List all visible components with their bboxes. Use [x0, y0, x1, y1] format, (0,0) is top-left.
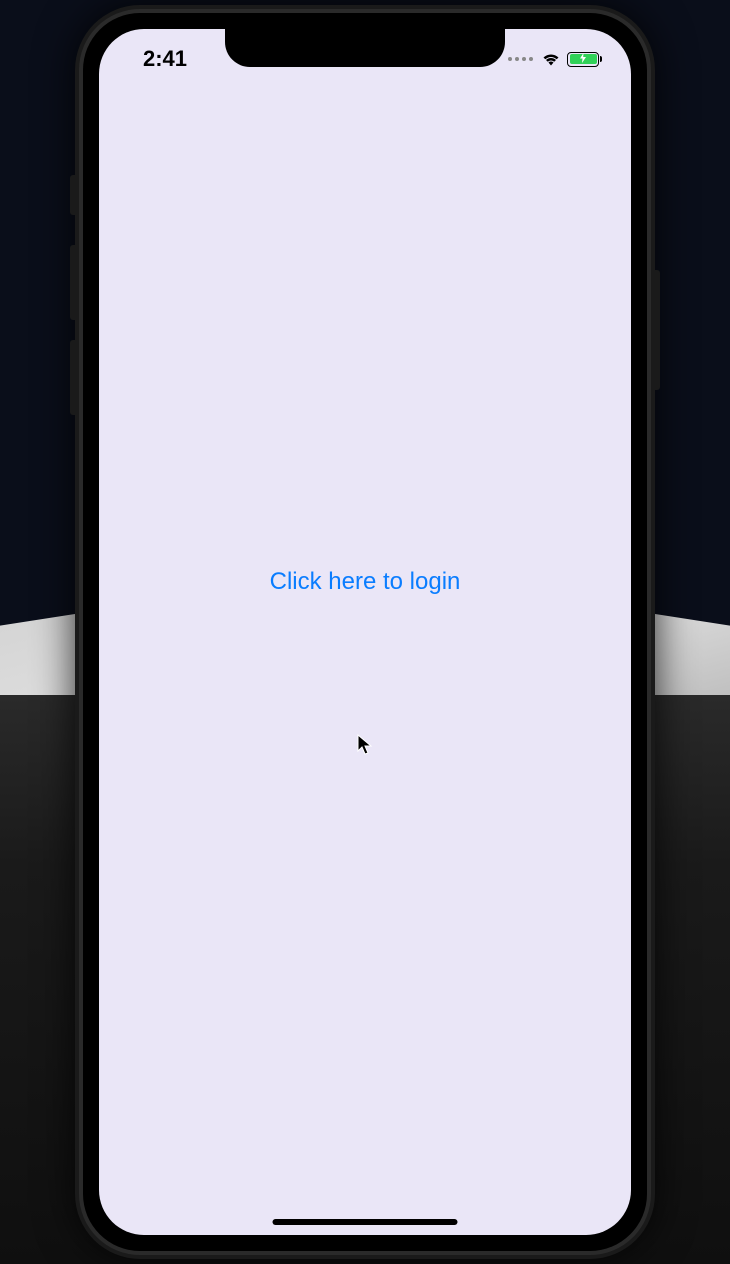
main-content: Click here to login — [99, 29, 631, 1235]
login-button[interactable]: Click here to login — [270, 568, 461, 596]
cellular-dots-icon — [508, 57, 533, 61]
volume-down-button[interactable] — [70, 340, 75, 415]
mute-switch[interactable] — [70, 175, 75, 215]
wifi-icon — [541, 52, 561, 67]
phone-frame: 2:41 — [75, 5, 655, 1259]
cursor-icon — [357, 734, 373, 761]
status-indicators — [508, 52, 599, 67]
notch — [225, 29, 505, 67]
battery-charging-icon — [579, 53, 587, 65]
battery-icon — [567, 52, 599, 67]
power-button[interactable] — [655, 270, 660, 390]
status-time: 2:41 — [143, 46, 187, 72]
volume-up-button[interactable] — [70, 245, 75, 320]
phone-screen: 2:41 — [99, 29, 631, 1235]
home-indicator[interactable] — [273, 1219, 458, 1225]
